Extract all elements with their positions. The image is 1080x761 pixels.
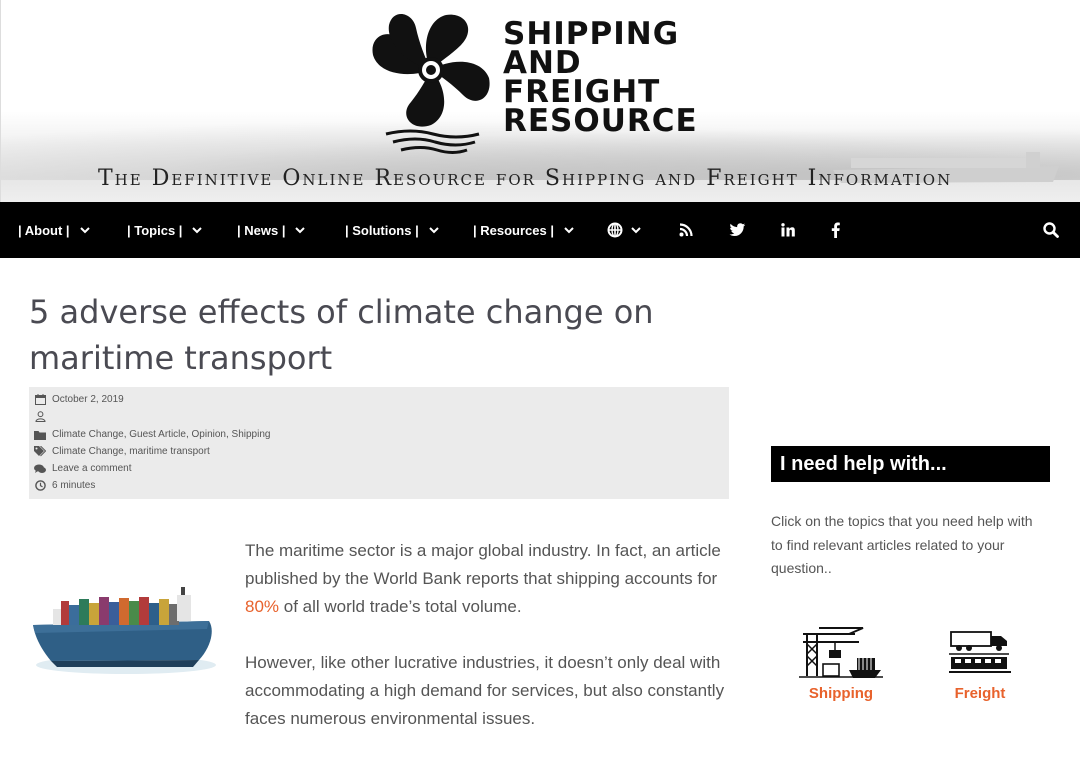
container-ship-image — [33, 587, 216, 674]
sidebar-widget-title: I need help with... — [771, 446, 1050, 482]
article-title: 5 adverse effects of climate change on m… — [29, 293, 654, 377]
site-tagline: The Definitive Online Resource for Shipp… — [98, 166, 953, 191]
meta-tags: Climate Change, maritime transport — [34, 443, 210, 460]
meta-date-text: October 2, 2019 — [52, 394, 124, 405]
nav-item-solutions[interactable]: | Solutions | — [345, 202, 439, 258]
nav-item-label: | Resources | — [473, 222, 554, 238]
article-paragraph: However, like other lucrative industries… — [245, 653, 725, 728]
paragraph-text: The maritime sector is a major global in… — [245, 541, 721, 588]
chevron-down-icon — [631, 226, 641, 233]
nav-item-label: | Solutions | — [345, 222, 419, 238]
site-header: SHIPPING AND FREIGHT RESOURCE The Defini… — [0, 0, 1080, 202]
port-crane-icon — [799, 627, 883, 678]
paragraph-text: of all world trade’s total volume. — [279, 597, 522, 616]
calendar-icon — [34, 394, 46, 406]
search-button[interactable] — [1043, 202, 1059, 258]
twitter-link[interactable] — [729, 202, 746, 258]
logo-line: RESOURCE — [503, 103, 698, 139]
facebook-link[interactable] — [831, 202, 840, 258]
article-body: The maritime sector is a major global in… — [245, 537, 735, 761]
meta-categories: Climate Change, Guest Article, Opinion, … — [34, 426, 270, 443]
sidebar-description: Click on the topics that you need help w… — [771, 513, 1033, 576]
meta-read-time: 6 minutes — [34, 477, 95, 494]
article-meta: October 2, 2019 Climate Change, Guest Ar… — [29, 387, 729, 499]
article-paragraph: The maritime sector is a major global in… — [245, 537, 735, 621]
rss-link[interactable] — [679, 202, 693, 258]
folder-icon — [34, 429, 46, 441]
search-icon — [1043, 222, 1059, 238]
facebook-icon — [831, 222, 840, 238]
meta-categories-links[interactable]: Climate Change, Guest Article, Opinion, … — [52, 429, 270, 440]
logo-wordmark: SHIPPING AND FREIGHT RESOURCE — [503, 19, 698, 139]
meta-comments: Leave a comment — [34, 460, 132, 477]
meta-author — [34, 408, 52, 425]
linkedin-icon — [781, 223, 795, 237]
user-icon — [34, 411, 46, 423]
chevron-down-icon — [79, 226, 90, 233]
topic-label: Shipping — [808, 685, 874, 702]
meta-read-time-text: 6 minutes — [52, 480, 96, 491]
meta-date: October 2, 2019 — [34, 391, 124, 408]
clock-icon — [34, 480, 46, 492]
topic-freight[interactable]: Freight — [945, 624, 1015, 702]
chevron-down-icon — [429, 226, 439, 233]
linkedin-link[interactable] — [781, 202, 795, 258]
nav-item-news[interactable]: | News | — [237, 202, 306, 258]
twitter-icon — [729, 223, 746, 237]
nav-item-resources[interactable]: | Resources | — [473, 202, 574, 258]
globe-icon — [607, 222, 623, 238]
rss-icon — [679, 223, 693, 237]
meta-tags-links[interactable]: Climate Change, maritime transport — [52, 446, 210, 457]
topic-label: Freight — [954, 685, 1006, 702]
chevron-down-icon — [295, 226, 306, 233]
statistic-link[interactable]: 80% — [245, 597, 279, 616]
nav-item-topics[interactable]: | Topics | — [127, 202, 203, 258]
tags-icon — [34, 446, 46, 458]
nav-item-about[interactable]: | About | — [18, 202, 90, 258]
topic-shipping[interactable]: Shipping — [798, 624, 884, 702]
truck-train-icon — [949, 631, 1011, 673]
propeller-logo-icon — [372, 13, 490, 154]
nav-item-label: | News | — [237, 222, 286, 238]
comments-icon — [34, 463, 46, 475]
leave-comment-link[interactable]: Leave a comment — [52, 463, 132, 474]
nav-language-menu[interactable] — [607, 202, 641, 258]
chevron-down-icon — [564, 226, 574, 233]
nav-item-label: | About | — [18, 222, 70, 238]
main-navigation: | About | | Topics | | News | | Solution… — [0, 202, 1080, 258]
chevron-down-icon — [192, 226, 203, 233]
nav-item-label: | Topics | — [127, 222, 183, 238]
